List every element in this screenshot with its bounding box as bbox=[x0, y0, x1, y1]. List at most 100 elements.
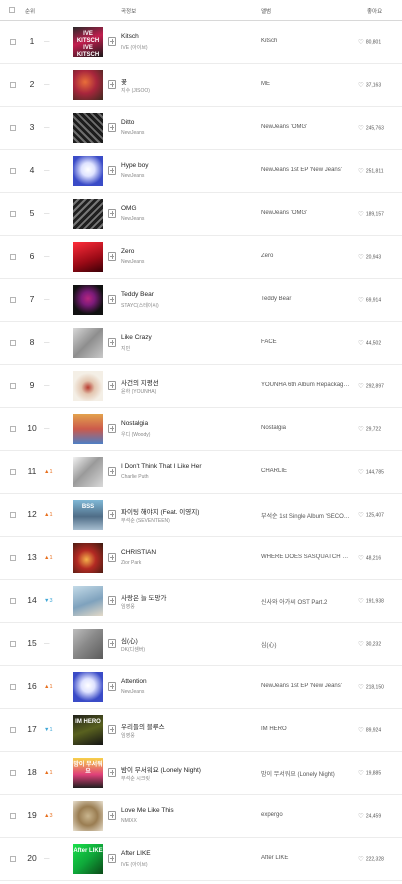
like-button[interactable]: ♡ 144,785 bbox=[358, 468, 402, 476]
song-info-icon[interactable] bbox=[108, 510, 116, 519]
like-button[interactable]: ♡ 292,897 bbox=[358, 382, 402, 390]
song-title[interactable]: Zero bbox=[121, 248, 246, 255]
song-artist[interactable]: NewJeans bbox=[121, 173, 246, 179]
song-artist[interactable]: NewJeans bbox=[121, 216, 246, 222]
song-info-icon[interactable] bbox=[108, 596, 116, 605]
like-button[interactable]: ♡ 89,924 bbox=[358, 726, 402, 734]
row-checkbox[interactable] bbox=[10, 383, 16, 389]
album-cover[interactable] bbox=[73, 801, 103, 831]
song-title[interactable]: I Don't Think That I Like Her bbox=[121, 463, 246, 470]
album-name[interactable]: CHARLIE bbox=[261, 468, 351, 474]
chart-row[interactable]: 6 — Zero NewJeans Zero ♡ 20,943 bbox=[0, 236, 402, 279]
song-title[interactable]: Hype boy bbox=[121, 162, 246, 169]
chart-row[interactable]: 9 — 사건의 지평선 윤하 (YOUNHA) YOUNHA 6th Album Rep… bbox=[0, 365, 402, 408]
select-all-checkbox[interactable] bbox=[9, 7, 15, 13]
song-artist[interactable]: 지수 (JISOO) bbox=[121, 87, 246, 94]
row-checkbox[interactable] bbox=[10, 340, 16, 346]
like-button[interactable]: ♡ 19,885 bbox=[358, 769, 402, 777]
album-cover[interactable] bbox=[73, 328, 103, 358]
album-cover[interactable] bbox=[73, 457, 103, 487]
song-artist[interactable]: 부석순 (SEVENTEEN) bbox=[121, 517, 246, 524]
row-checkbox[interactable] bbox=[10, 856, 16, 862]
song-title[interactable]: 심(心) bbox=[121, 635, 246, 645]
album-name[interactable]: YOUNHA 6th Album Repackage 'END THEORY :… bbox=[261, 382, 351, 388]
album-cover[interactable] bbox=[73, 113, 103, 143]
chart-row[interactable]: 14 ▼3 사랑은 늘 도망가 임영웅 신사와 아가씨 OST Part.2 ♡ 191,9… bbox=[0, 580, 402, 623]
album-cover[interactable] bbox=[73, 629, 103, 659]
album-cover[interactable] bbox=[73, 70, 103, 100]
album-name[interactable]: Kitsch bbox=[261, 38, 351, 44]
song-info-icon[interactable] bbox=[108, 725, 116, 734]
like-button[interactable]: ♡ 44,502 bbox=[358, 339, 402, 347]
chart-row[interactable]: 12 ▲1 BSS 파이팅 해야지 (Feat. 이영지) 부석순 (SEVENTEEN… bbox=[0, 494, 402, 537]
chart-row[interactable]: 10 — Nostalgia 우디 (Woody) Nostalgia ♡ 29,722 bbox=[0, 408, 402, 451]
album-name[interactable]: 신사와 아가씨 OST Part.2 bbox=[261, 597, 351, 606]
row-checkbox[interactable] bbox=[10, 211, 16, 217]
row-checkbox[interactable] bbox=[10, 39, 16, 45]
album-cover[interactable] bbox=[73, 672, 103, 702]
chart-row[interactable]: 18 ▲1 밤이 무서워요 밤이 무서워요 (Lonely Night) 부석순 시크릿… bbox=[0, 752, 402, 795]
song-info-icon[interactable] bbox=[108, 338, 116, 347]
album-name[interactable]: 심(心) bbox=[261, 640, 351, 649]
song-title[interactable]: Kitsch bbox=[121, 33, 246, 40]
song-artist[interactable]: IVE (아이브) bbox=[121, 44, 246, 51]
song-info-icon[interactable] bbox=[108, 80, 116, 89]
like-button[interactable]: ♡ 222,328 bbox=[358, 855, 402, 863]
song-artist[interactable]: 우디 (Woody) bbox=[121, 431, 246, 438]
chart-row[interactable]: 13 ▲1 CHRISTIAN Zior Park WHERE DOES SASQUAT… bbox=[0, 537, 402, 580]
song-info-icon[interactable] bbox=[108, 854, 116, 863]
chart-row[interactable]: 17 ▼1 IM HERO 우리들의 블루스 임영웅 IM HERO ♡ 89,924 bbox=[0, 709, 402, 752]
song-artist[interactable]: NMIXX bbox=[121, 818, 246, 824]
like-button[interactable]: ♡ 30,232 bbox=[358, 640, 402, 648]
row-checkbox[interactable] bbox=[10, 254, 16, 260]
song-artist[interactable]: 부석순 시크릿 bbox=[121, 775, 246, 782]
row-checkbox[interactable] bbox=[10, 512, 16, 518]
song-artist[interactable]: IVE (아이브) bbox=[121, 861, 246, 868]
album-name[interactable]: FACE bbox=[261, 339, 351, 345]
album-cover[interactable] bbox=[73, 199, 103, 229]
like-button[interactable]: ♡ 218,150 bbox=[358, 683, 402, 691]
album-cover[interactable] bbox=[73, 414, 103, 444]
like-button[interactable]: ♡ 189,157 bbox=[358, 210, 402, 218]
song-title[interactable]: 사건의 지평선 bbox=[121, 377, 246, 387]
chart-row[interactable]: 20 — After LIKE After LIKE IVE (아이브) After LI… bbox=[0, 838, 402, 881]
song-info-icon[interactable] bbox=[108, 252, 116, 261]
row-checkbox[interactable] bbox=[10, 598, 16, 604]
album-name[interactable]: 밤이 무서워요 (Lonely Night) bbox=[261, 769, 351, 778]
album-cover[interactable] bbox=[73, 371, 103, 401]
chart-row[interactable]: 5 — OMG NewJeans NewJeans 'OMG' ♡ 189,157 bbox=[0, 193, 402, 236]
song-info-icon[interactable] bbox=[108, 553, 116, 562]
album-name[interactable]: ME bbox=[261, 81, 351, 87]
song-title[interactable]: Attention bbox=[121, 678, 246, 685]
like-button[interactable]: ♡ 80,801 bbox=[358, 38, 402, 46]
like-button[interactable]: ♡ 24,459 bbox=[358, 812, 402, 820]
album-cover[interactable] bbox=[73, 586, 103, 616]
row-checkbox[interactable] bbox=[10, 168, 16, 174]
song-title[interactable]: Teddy Bear bbox=[121, 291, 246, 298]
song-title[interactable]: 우리들의 블루스 bbox=[121, 721, 246, 731]
album-name[interactable]: Teddy Bear bbox=[261, 296, 351, 302]
album-cover[interactable]: IM HERO bbox=[73, 715, 103, 745]
like-button[interactable]: ♡ 251,811 bbox=[358, 167, 402, 175]
album-name[interactable]: NewJeans 1st EP 'New Jeans' bbox=[261, 683, 351, 689]
chart-row[interactable]: 3 — Ditto NewJeans NewJeans 'OMG' ♡ 245,763 bbox=[0, 107, 402, 150]
album-name[interactable]: WHERE DOES SASQUATCH LIVE? bbox=[261, 554, 351, 560]
album-cover[interactable] bbox=[73, 242, 103, 272]
row-checkbox[interactable] bbox=[10, 297, 16, 303]
like-button[interactable]: ♡ 48,216 bbox=[358, 554, 402, 562]
chart-row[interactable]: 4 — Hype boy NewJeans NewJeans 1st EP 'New J… bbox=[0, 150, 402, 193]
song-title[interactable]: OMG bbox=[121, 205, 246, 212]
row-checkbox[interactable] bbox=[10, 813, 16, 819]
row-checkbox[interactable] bbox=[10, 82, 16, 88]
song-info-icon[interactable] bbox=[108, 37, 116, 46]
like-button[interactable]: ♡ 245,763 bbox=[358, 124, 402, 132]
song-artist[interactable]: NewJeans bbox=[121, 130, 246, 136]
like-button[interactable]: ♡ 191,938 bbox=[358, 597, 402, 605]
row-checkbox[interactable] bbox=[10, 770, 16, 776]
song-artist[interactable]: 임영웅 bbox=[121, 603, 246, 610]
song-info-icon[interactable] bbox=[108, 295, 116, 304]
song-title[interactable]: 밤이 무서워요 (Lonely Night) bbox=[121, 764, 246, 774]
row-checkbox[interactable] bbox=[10, 727, 16, 733]
song-artist[interactable]: 윤하 (YOUNHA) bbox=[121, 388, 246, 395]
album-cover[interactable] bbox=[73, 543, 103, 573]
